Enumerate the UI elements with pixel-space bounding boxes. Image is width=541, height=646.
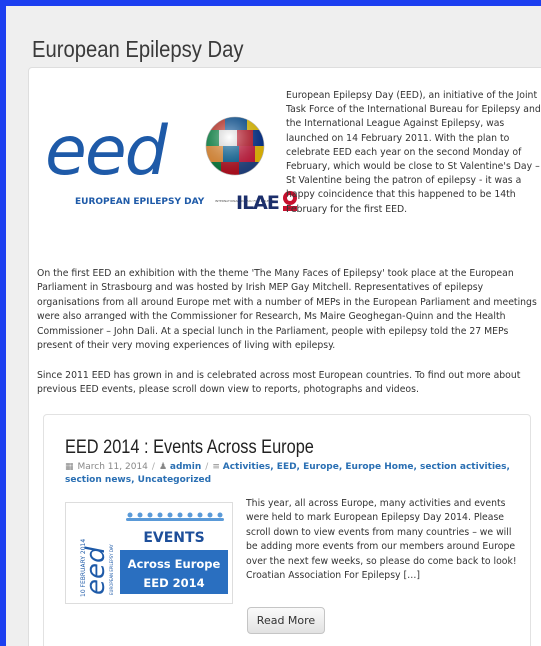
post-thumbnail[interactable]: 10 FEBRUARY 2014 eed EUROPEAN EPILEPSY D…: [65, 502, 233, 604]
calendar-icon: ▦: [65, 462, 74, 472]
page-frame: European Epilepsy Day eed EUROPEAN EPILE…: [6, 6, 541, 646]
meta-separator: /: [205, 462, 209, 472]
post-excerpt: This year, all across Europe, many activ…: [246, 498, 517, 582]
thumb-events-label: EVENTS: [143, 530, 204, 546]
thumb-across-label: Across Europe: [128, 557, 221, 571]
eed-logo-tagline: EUROPEAN EPILEPSY DAY: [75, 197, 205, 207]
history-paragraph: On the first EED an exhibition with the …: [37, 268, 537, 352]
user-icon: ♟: [158, 462, 168, 472]
post-author-link[interactable]: admin: [170, 462, 201, 472]
thumb-side-tagline: EUROPEAN EPILEPSY DAY: [109, 544, 114, 595]
post-date: March 11, 2014: [77, 462, 148, 472]
growth-paragraph: Since 2011 EED has grown in and is celeb…: [37, 370, 521, 396]
list-icon: ≡: [212, 462, 220, 472]
read-more-button[interactable]: Read More: [247, 607, 325, 634]
post-title-link[interactable]: EED 2014 : Events Across Europe: [65, 437, 314, 459]
post-card: EED 2014 : Events Across Europe ▦ March 1…: [43, 414, 531, 646]
thumb-year-label: EED 2014: [143, 576, 204, 590]
page-title: European Epilepsy Day: [32, 36, 244, 62]
meta-separator: /: [151, 462, 155, 472]
eed-logo-text: eed: [45, 112, 169, 191]
intro-paragraph: European Epilepsy Day (EED), an initiati…: [286, 90, 541, 215]
post-meta: ▦ March 11, 2014/♟ admin / ≡ Activities, EE…: [65, 461, 525, 487]
eed-hero-logo: eed EUROPEAN EPILEPSY DAY INTERNATIONAL …: [45, 112, 297, 214]
thumb-side-logo: eed: [81, 546, 111, 595]
ilae-logo-text: ILAE: [236, 192, 279, 214]
globe-flags-icon: [206, 117, 264, 175]
